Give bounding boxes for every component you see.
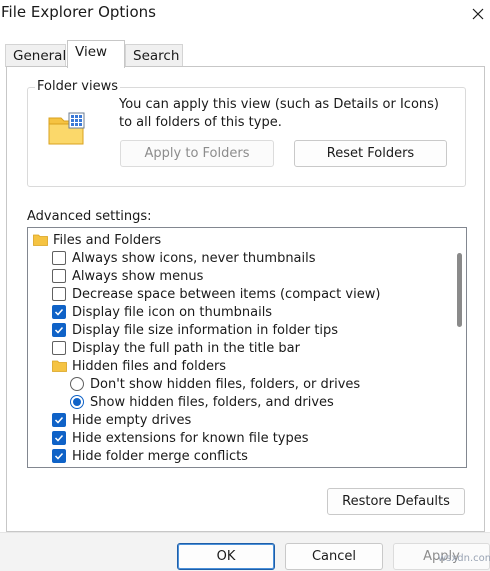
restore-defaults-button[interactable]: Restore Defaults [327,488,465,515]
list-item-label: Hide folder merge conflicts [72,448,248,464]
checkbox-checked[interactable] [52,413,66,427]
tab-general-label: General [13,48,67,64]
checkbox-checked[interactable] [52,431,66,445]
advanced-settings-label: Advanced settings: [27,209,152,224]
list-item-files-and-folders: Files and Folders [33,231,161,249]
watermark: wsxdn.com [438,553,490,564]
list-item-always-show-icons[interactable]: Always show icons, never thumbnails [52,249,316,267]
tab-general[interactable]: General [5,44,66,67]
list-item-always-show-menus[interactable]: Always show menus [52,267,203,285]
list-item-label: Display file size information in folder … [72,322,339,338]
list-item-compact-view[interactable]: Decrease space between items (compact vi… [52,285,380,303]
list-item-label: Hide empty drives [72,412,192,428]
advanced-settings-list[interactable]: Files and Folders Always show icons, nev… [27,227,467,468]
radio-button[interactable] [70,377,84,391]
dialog-footer: OK Cancel Apply [0,532,490,571]
list-item-label: Hide extensions for known file types [72,430,309,446]
checkmark-icon [54,434,64,442]
list-item-label: Always show icons, never thumbnails [72,250,316,266]
tab-strip: General View Search [0,40,490,68]
scrollbar-thumb[interactable] [457,253,462,327]
list-item-label: Don't show hidden files, folders, or dri… [90,376,361,392]
checkmark-icon [54,416,64,424]
reset-folders-button[interactable]: Reset Folders [294,140,447,167]
folder-view-icon [48,112,85,145]
checkbox-checked[interactable] [52,449,66,463]
list-item-label: Hidden files and folders [72,358,227,374]
checkbox-checked[interactable] [52,305,66,319]
tab-view-label: View [75,44,108,60]
cancel-button[interactable]: Cancel [285,543,383,570]
vertical-scrollbar[interactable] [452,228,466,467]
checkbox[interactable] [52,269,66,283]
tab-search-label: Search [133,48,180,64]
checkmark-icon [54,326,64,334]
list-item-hide-extensions[interactable]: Hide extensions for known file types [52,429,309,447]
view-tab-panel: Folder views You can apply this view (su… [6,66,485,532]
radio-button-selected[interactable] [70,395,84,409]
tab-search[interactable]: Search [125,44,183,67]
close-icon [472,8,484,20]
list-item-show-hidden[interactable]: Show hidden files, folders, and drives [70,393,334,411]
apply-to-folders-button[interactable]: Apply to Folders [120,140,274,167]
ok-button[interactable]: OK [177,543,275,570]
list-item-dont-show-hidden[interactable]: Don't show hidden files, folders, or dri… [70,375,360,393]
checkmark-icon [54,452,64,460]
title-bar: File Explorer Options [0,0,490,30]
list-item-hide-merge-conflicts[interactable]: Hide folder merge conflicts [52,447,248,465]
list-item-full-path[interactable]: Display the full path in the title bar [52,339,300,357]
list-item-label: Files and Folders [53,232,162,248]
checkmark-icon [54,308,64,316]
list-item-label: Display the full path in the title bar [72,340,300,356]
folder-views-group: Folder views You can apply this view (su… [27,79,466,187]
tab-view[interactable]: View [67,40,125,68]
list-item-file-icon-thumbnails[interactable]: Display file icon on thumbnails [52,303,272,321]
list-item-label: Decrease space between items (compact vi… [72,286,381,302]
list-item-label: Always show menus [72,268,204,284]
list-item-label: Display file icon on thumbnails [72,304,273,320]
list-item-hide-empty-drives[interactable]: Hide empty drives [52,411,191,429]
list-item-file-size-tips[interactable]: Display file size information in folder … [52,321,338,339]
folder-icon [33,234,48,246]
folder-icon [52,360,67,372]
window-title: File Explorer Options [1,3,156,21]
checkbox-checked[interactable] [52,323,66,337]
folder-views-legend: Folder views [35,79,121,94]
folder-views-description: You can apply this view (such as Details… [119,97,439,130]
list-item-label: Show hidden files, folders, and drives [90,394,334,410]
checkbox[interactable] [52,341,66,355]
checkbox[interactable] [52,251,66,265]
close-button[interactable] [466,2,490,26]
checkbox[interactable] [52,287,66,301]
list-item-hidden-files-folder: Hidden files and folders [52,357,226,375]
